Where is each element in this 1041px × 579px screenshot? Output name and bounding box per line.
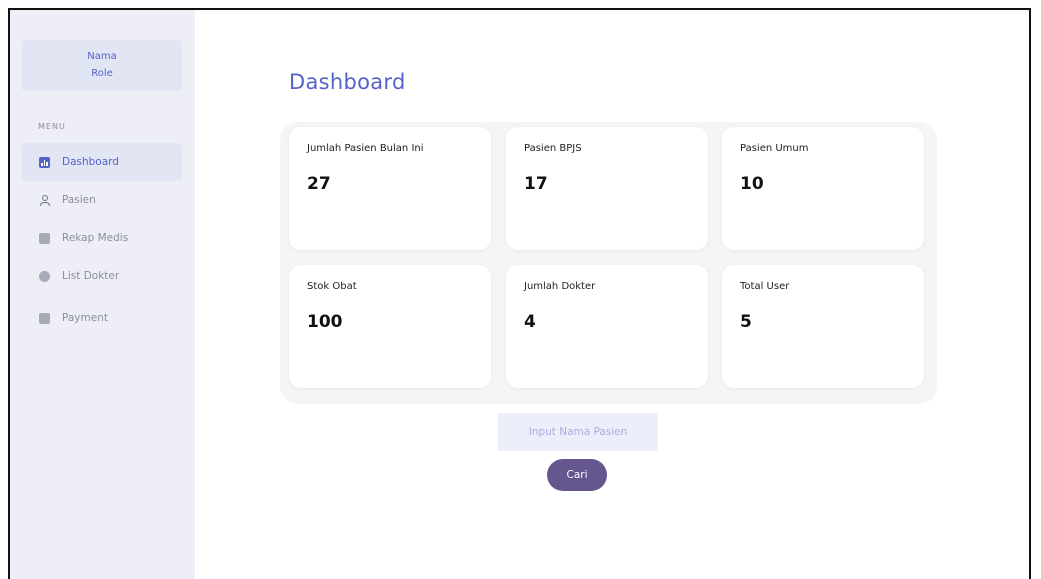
stat-label: Stok Obat (307, 281, 357, 292)
stat-value: 100 (307, 312, 343, 332)
profile-card[interactable]: Nama Role (22, 40, 182, 91)
menu-label: MENU (38, 122, 66, 131)
sidebar-item-label: Rekap Medis (62, 232, 129, 244)
sidebar-item-list-dokter[interactable]: List Dokter (22, 257, 182, 295)
stat-value: 4 (524, 312, 536, 332)
stat-label: Pasien Umum (740, 143, 809, 154)
stat-card-pasien-umum: Pasien Umum 10 (722, 127, 924, 250)
sidebar-item-payment[interactable]: Payment (22, 299, 182, 337)
wallet-icon (39, 312, 50, 324)
stat-card-jumlah-dokter: Jumlah Dokter 4 (506, 265, 708, 388)
stat-value: 5 (740, 312, 752, 332)
stat-card-total-user: Total User 5 (722, 265, 924, 388)
profile-name: Nama (87, 51, 117, 62)
document-icon (39, 232, 50, 244)
stat-value: 10 (740, 174, 764, 194)
sidebar-item-label: List Dokter (62, 270, 120, 282)
stat-card-pasien-bpjs: Pasien BPJS 17 (506, 127, 708, 250)
search-button[interactable]: Cari (547, 459, 607, 491)
sidebar-item-dashboard[interactable]: Dashboard (22, 143, 182, 181)
sidebar-item-rekap-medis[interactable]: Rekap Medis (22, 219, 182, 257)
stat-value: 17 (524, 174, 548, 194)
stat-label: Pasien BPJS (524, 143, 582, 154)
stat-card-jumlah-pasien: Jumlah Pasien Bulan Ini 27 (289, 127, 491, 250)
sidebar-item-label: Payment (62, 312, 108, 324)
chat-icon (39, 270, 50, 282)
profile-role: Role (91, 68, 113, 79)
app-window: Nama Role MENU Dashboard Pasien Rekap Me… (8, 8, 1031, 579)
page-title: Dashboard (289, 70, 406, 94)
bar-chart-icon (39, 156, 50, 168)
stat-label: Total User (740, 281, 790, 292)
stat-label: Jumlah Pasien Bulan Ini (307, 143, 424, 154)
stat-value: 27 (307, 174, 331, 194)
sidebar-item-pasien[interactable]: Pasien (22, 181, 182, 219)
sidebar-item-label: Dashboard (62, 156, 119, 168)
stat-label: Jumlah Dokter (524, 281, 596, 292)
stat-card-stok-obat: Stok Obat 100 (289, 265, 491, 388)
sidebar: Nama Role MENU Dashboard Pasien Rekap Me… (10, 10, 195, 579)
user-icon (39, 194, 50, 206)
sidebar-item-label: Pasien (62, 194, 96, 206)
patient-name-input[interactable] (498, 413, 658, 451)
